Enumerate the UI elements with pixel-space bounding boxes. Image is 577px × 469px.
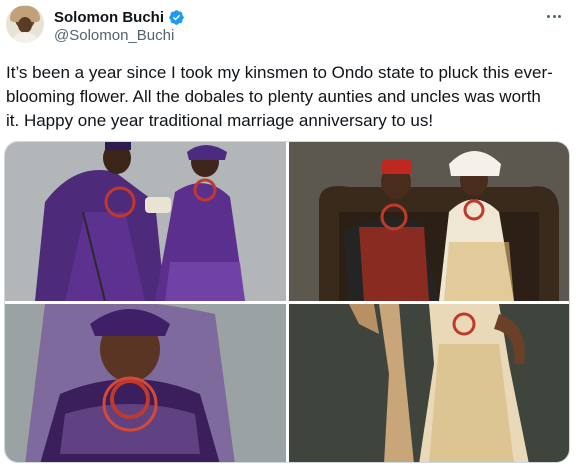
author-handle[interactable]: @Solomon_Buchi: [54, 27, 174, 44]
author-display-name[interactable]: Solomon Buchi: [54, 9, 164, 26]
avatar[interactable]: [6, 5, 44, 43]
photo-bride-cream-gown[interactable]: [289, 304, 569, 462]
photo-couple-seated-red-white[interactable]: [289, 142, 569, 301]
tweet-text: It’s been a year since I took my kinsmen…: [6, 61, 568, 133]
tweet-text-line: it. Happy one year traditional marriage …: [6, 111, 434, 130]
tweet-card: Solomon Buchi @Solomon_Buchi It’s been a…: [0, 0, 577, 469]
photo-bride-purple-veil[interactable]: [5, 304, 286, 462]
tweet-text-line: blooming flower. All the dobales to plen…: [6, 87, 541, 106]
media-grid: [4, 141, 570, 463]
photo-couple-purple-standing[interactable]: [5, 142, 286, 301]
more-options-icon[interactable]: [543, 6, 565, 26]
author-name-row: Solomon Buchi: [54, 8, 185, 26]
verified-badge-icon: [169, 9, 184, 25]
tweet-text-line: It’s been a year since I took my kinsmen…: [6, 63, 553, 82]
